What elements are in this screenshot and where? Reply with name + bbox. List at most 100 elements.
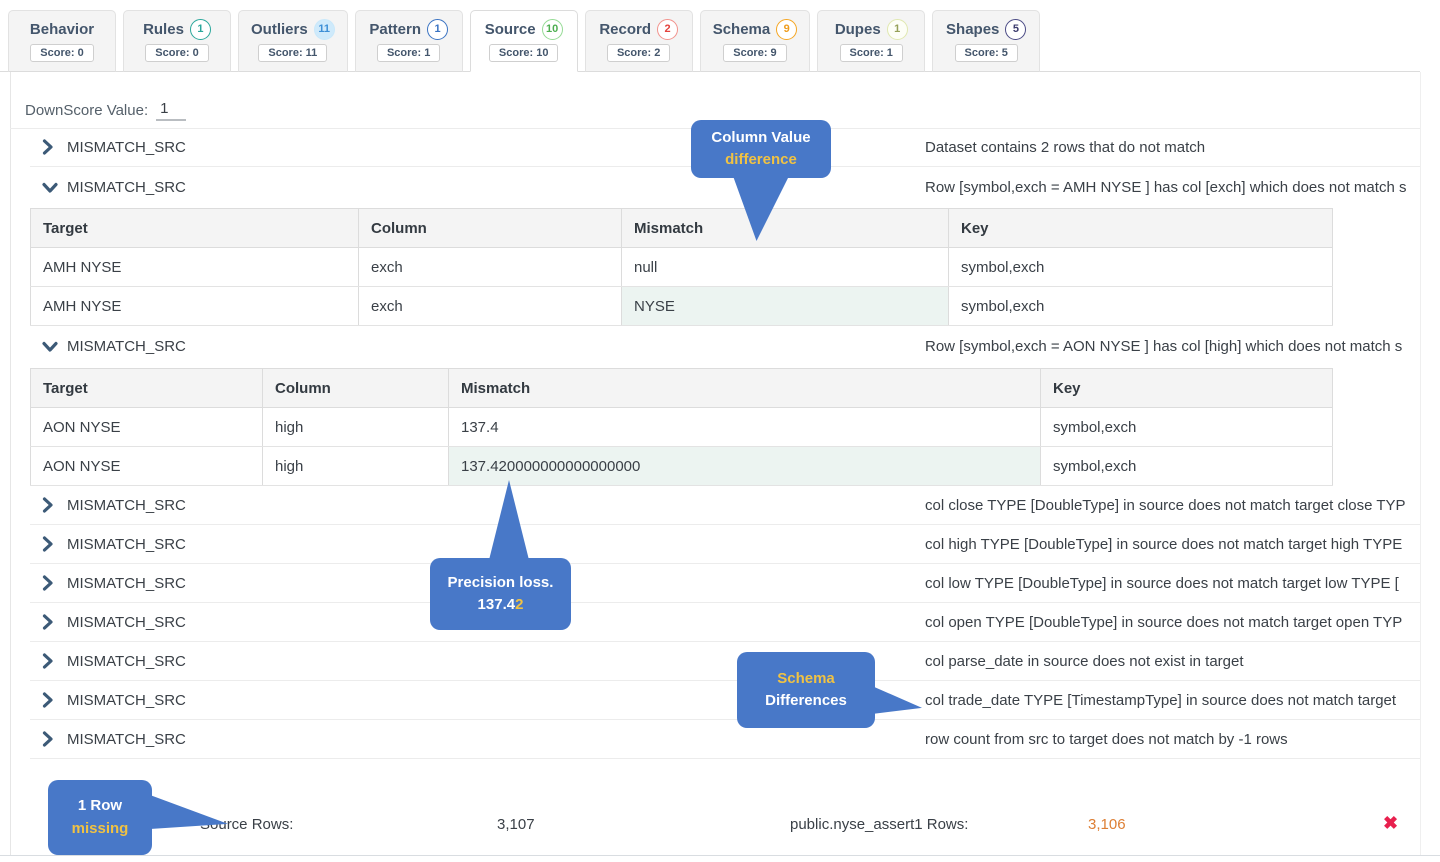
mismatch-description: col close TYPE [DoubleType] in source do… bbox=[925, 497, 1406, 514]
panel-bottom-border bbox=[0, 855, 1440, 856]
cell-key: symbol,exch bbox=[949, 248, 1333, 287]
downscore-field: DownScore Value: bbox=[25, 100, 186, 121]
count-badge: 5 bbox=[1005, 19, 1026, 40]
callout-line: Differences bbox=[737, 690, 875, 713]
mismatch-row[interactable]: MISMATCH_SRC col parse_date in source do… bbox=[30, 642, 1420, 681]
score-badge: Score: 0 bbox=[145, 44, 208, 62]
table-row: AON NYSE high 137.4 symbol,exch bbox=[31, 408, 1333, 447]
callout-column-value-difference: Column Value difference bbox=[691, 120, 831, 178]
mismatch-label: MISMATCH_SRC bbox=[67, 731, 186, 748]
mismatch-label: MISMATCH_SRC bbox=[67, 575, 186, 592]
cell-column: exch bbox=[359, 248, 622, 287]
tab-label: Outliers bbox=[251, 21, 308, 38]
score-badge: Score: 5 bbox=[955, 44, 1018, 62]
chevron-right-icon[interactable] bbox=[42, 692, 64, 708]
column-header: Target bbox=[31, 369, 263, 408]
mismatch-label: MISMATCH_SRC bbox=[67, 497, 186, 514]
column-header: Target bbox=[31, 209, 359, 248]
chevron-right-icon[interactable] bbox=[42, 614, 64, 630]
cell-mismatch-highlighted: 137.420000000000000000 bbox=[449, 447, 1041, 486]
tab-label: Rules bbox=[143, 21, 184, 38]
tab-shapes[interactable]: Shapes 5 Score: 5 bbox=[932, 10, 1040, 72]
tabbar: Behavior Score: 0 Rules 1 Score: 0 Outli… bbox=[8, 10, 1040, 72]
score-badge: Score: 9 bbox=[723, 44, 786, 62]
tab-dupes[interactable]: Dupes 1 Score: 1 bbox=[817, 10, 925, 72]
callout-line: Column Value bbox=[691, 127, 831, 150]
chevron-right-icon[interactable] bbox=[42, 536, 64, 552]
column-header: Column bbox=[263, 369, 449, 408]
column-header: Key bbox=[949, 209, 1333, 248]
chevron-down-icon[interactable] bbox=[42, 182, 64, 193]
count-badge: 11 bbox=[314, 19, 335, 40]
cell-target: AON NYSE bbox=[31, 408, 263, 447]
cell-mismatch: null bbox=[622, 248, 949, 287]
data-quality-screen: Behavior Score: 0 Rules 1 Score: 0 Outli… bbox=[0, 0, 1440, 862]
tab-rules[interactable]: Rules 1 Score: 0 bbox=[123, 10, 231, 72]
callout-line: 137.42 bbox=[430, 594, 571, 617]
mismatch-description: col low TYPE [DoubleType] in source does… bbox=[925, 575, 1399, 592]
callout-row-missing: 1 Row missing bbox=[48, 780, 152, 855]
cell-key: symbol,exch bbox=[949, 287, 1333, 326]
tab-outliers[interactable]: Outliers 11 Score: 11 bbox=[238, 10, 348, 72]
chevron-down-icon[interactable] bbox=[42, 341, 64, 352]
chevron-right-icon[interactable] bbox=[42, 139, 64, 155]
column-header: Column bbox=[359, 209, 622, 248]
callout-precision-loss: Precision loss. 137.42 bbox=[430, 558, 571, 630]
count-badge: 1 bbox=[190, 19, 211, 40]
tab-label: Behavior bbox=[30, 21, 94, 38]
panel-left-border bbox=[10, 72, 11, 856]
mismatch-detail-table: Target Column Mismatch Key AON NYSE high… bbox=[30, 368, 1333, 486]
tab-label: Pattern bbox=[369, 21, 421, 38]
target-rows-value: 3,106 bbox=[1088, 816, 1126, 833]
count-badge: 9 bbox=[776, 19, 797, 40]
mismatch-row[interactable]: MISMATCH_SRC col high TYPE [DoubleType] … bbox=[30, 525, 1420, 564]
tab-label: Source bbox=[485, 21, 536, 38]
tab-label: Dupes bbox=[835, 21, 881, 38]
tab-behavior[interactable]: Behavior Score: 0 bbox=[8, 10, 116, 72]
mismatch-row[interactable]: MISMATCH_SRC col open TYPE [DoubleType] … bbox=[30, 603, 1420, 642]
chevron-right-icon[interactable] bbox=[42, 731, 64, 747]
score-badge: Score: 2 bbox=[607, 44, 670, 62]
chevron-right-icon[interactable] bbox=[42, 575, 64, 591]
mismatch-row[interactable]: MISMATCH_SRC col low TYPE [DoubleType] i… bbox=[30, 564, 1420, 603]
tab-record[interactable]: Record 2 Score: 2 bbox=[585, 10, 693, 72]
count-badge: 1 bbox=[887, 19, 908, 40]
mismatch-label: MISMATCH_SRC bbox=[67, 139, 186, 156]
mismatch-row[interactable]: MISMATCH_SRC row count from src to targe… bbox=[30, 720, 1420, 759]
score-badge: Score: 0 bbox=[30, 44, 93, 62]
cell-key: symbol,exch bbox=[1041, 447, 1333, 486]
column-header: Mismatch bbox=[622, 209, 949, 248]
callout-tail bbox=[150, 795, 228, 829]
mismatch-description: col parse_date in source does not exist … bbox=[925, 653, 1244, 670]
mismatch-label: MISMATCH_SRC bbox=[67, 179, 186, 196]
mismatch-description: row count from src to target does not ma… bbox=[925, 731, 1288, 748]
mismatch-row[interactable]: MISMATCH_SRC col close TYPE [DoubleType]… bbox=[30, 486, 1420, 525]
cell-target: AMH NYSE bbox=[31, 248, 359, 287]
score-badge: Score: 1 bbox=[377, 44, 440, 62]
tab-label: Record bbox=[599, 21, 651, 38]
chevron-right-icon[interactable] bbox=[42, 497, 64, 513]
mismatch-detail-table: Target Column Mismatch Key AMH NYSE exch… bbox=[30, 208, 1333, 326]
column-header: Mismatch bbox=[449, 369, 1041, 408]
tab-label: Schema bbox=[713, 21, 771, 38]
fail-x-icon: ✖ bbox=[1383, 813, 1398, 834]
mismatch-row[interactable]: MISMATCH_SRC col trade_date TYPE [Timest… bbox=[30, 681, 1420, 720]
count-badge: 10 bbox=[542, 19, 563, 40]
downscore-label: DownScore Value: bbox=[25, 102, 148, 119]
mismatch-row[interactable]: MISMATCH_SRC Row [symbol,exch = AON NYSE… bbox=[30, 325, 1420, 368]
tab-source[interactable]: Source 10 Score: 10 bbox=[470, 10, 578, 72]
cell-key: symbol,exch bbox=[1041, 408, 1333, 447]
downscore-input[interactable] bbox=[156, 100, 186, 121]
callout-line: difference bbox=[691, 149, 831, 172]
chevron-right-icon[interactable] bbox=[42, 653, 64, 669]
column-header: Key bbox=[1041, 369, 1333, 408]
source-rows-value: 3,107 bbox=[497, 816, 535, 833]
tab-schema[interactable]: Schema 9 Score: 9 bbox=[700, 10, 811, 72]
callout-line: Schema bbox=[737, 668, 875, 691]
tab-pattern[interactable]: Pattern 1 Score: 1 bbox=[355, 10, 463, 72]
tab-label: Shapes bbox=[946, 21, 999, 38]
score-badge: Score: 1 bbox=[840, 44, 903, 62]
score-badge: Score: 11 bbox=[258, 44, 327, 62]
table-row: AMH NYSE exch NYSE symbol,exch bbox=[31, 287, 1333, 326]
cell-column: high bbox=[263, 408, 449, 447]
